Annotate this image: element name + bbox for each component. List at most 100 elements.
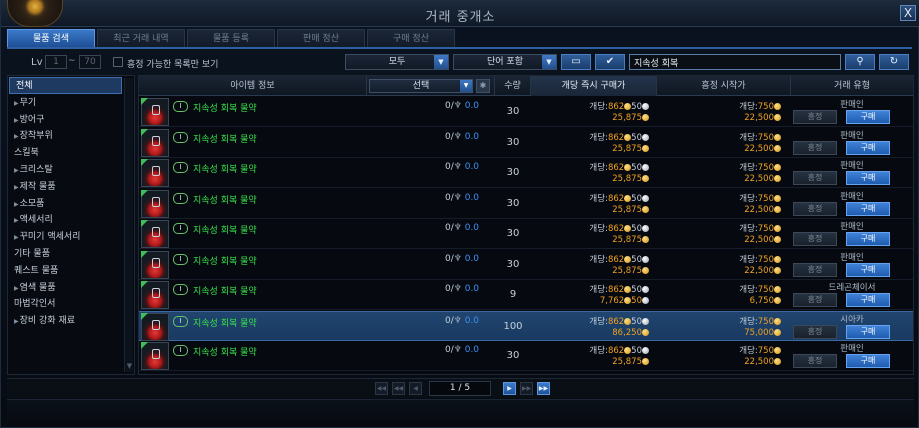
potion-icon[interactable] <box>141 98 169 126</box>
bid-only-checkbox[interactable] <box>113 57 123 67</box>
tab-sale-settlement[interactable]: 판매 정산 <box>277 29 365 47</box>
first-page-icon[interactable]: ◀◀ <box>375 382 388 395</box>
expand-arrow-icon[interactable]: ▶ <box>14 100 19 107</box>
tab-recent-trades[interactable]: 최근 거래 내역 <box>97 29 185 47</box>
category-item[interactable]: ▶무기 <box>8 95 134 112</box>
category-item[interactable]: 퀘스트 물품 <box>8 263 134 280</box>
item-name[interactable]: 지속성 회복 물약 <box>193 193 257 206</box>
close-button[interactable]: X <box>900 5 916 21</box>
category-item[interactable]: 마법각인서 <box>8 296 134 313</box>
next-group-icon[interactable]: ▶▶ <box>520 382 533 395</box>
category-item[interactable]: ▶액세서리 <box>8 212 134 229</box>
bid-button[interactable]: 흥정 <box>793 293 837 307</box>
expand-arrow-icon[interactable]: ▶ <box>14 217 19 224</box>
refresh-button[interactable]: ↻ <box>879 54 909 70</box>
item-name[interactable]: 지속성 회복 물약 <box>193 132 257 145</box>
bid-button[interactable]: 흥정 <box>793 354 837 368</box>
item-name[interactable]: 지속성 회복 물약 <box>193 254 257 267</box>
potion-icon[interactable] <box>141 220 169 248</box>
category-item[interactable]: ▶꾸미기 액세서리 <box>8 229 134 246</box>
table-row[interactable]: Ⅰ 지속성 회복 물약 0/♆ 0.0 9 개당:862 50 7,762 50 개당:750 6… <box>139 280 913 310</box>
item-name[interactable]: 지속성 회복 물약 <box>193 284 257 297</box>
expand-arrow-icon[interactable]: ▶ <box>14 167 19 174</box>
expand-arrow-icon[interactable]: ▶ <box>14 318 19 325</box>
header-bid-start[interactable]: 흥정 시작가 <box>657 76 791 96</box>
category-item[interactable]: 전체 <box>9 77 122 94</box>
last-page-icon[interactable]: ▶▶ <box>537 382 550 395</box>
prev-page-icon[interactable]: ◀ <box>409 382 422 395</box>
item-name[interactable]: 지속성 회복 물약 <box>193 316 257 329</box>
buy-button[interactable]: 구매 <box>846 110 890 124</box>
header-qty[interactable]: 수량 <box>495 76 531 96</box>
search-input[interactable] <box>629 54 841 70</box>
tab-register-item[interactable]: 물품 등록 <box>187 29 275 47</box>
buy-button[interactable]: 구매 <box>846 324 890 339</box>
header-instant-price[interactable]: 개당 즉시 구매가 <box>531 76 657 96</box>
category-item[interactable]: ▶소모품 <box>8 196 134 213</box>
category-scrollbar[interactable]: ▼ <box>124 78 133 372</box>
expand-arrow-icon[interactable]: ▶ <box>14 234 19 241</box>
check-button[interactable]: ✔ <box>595 54 625 70</box>
expand-arrow-icon[interactable]: ▶ <box>14 133 19 140</box>
category-item[interactable]: ▶크리스탈 <box>8 162 134 179</box>
buy-button[interactable]: 구매 <box>846 201 890 216</box>
category-item[interactable]: ▶방어구 <box>8 112 134 129</box>
potion-icon[interactable] <box>141 342 169 370</box>
table-row[interactable]: Ⅰ 지속성 회복 물약 0/♆ 0.0 30 개당:862 50 25,875 개당:750 2… <box>139 158 913 188</box>
category-select[interactable]: 모두 ▼ <box>345 54 449 70</box>
category-item[interactable]: ▶제작 물품 <box>8 179 134 196</box>
category-item[interactable]: 스킬북 <box>8 145 134 162</box>
item-name[interactable]: 지속성 회복 물약 <box>193 345 257 358</box>
potion-icon[interactable] <box>141 128 169 157</box>
potion-icon[interactable] <box>141 250 169 279</box>
word-match-select[interactable]: 단어 포함 ▼ <box>453 54 557 70</box>
table-row[interactable]: Ⅰ 지속성 회복 물약 0/♆ 0.0 30 개당:862 50 25,875 개당:750 2… <box>139 219 913 249</box>
table-row[interactable]: Ⅰ 지속성 회복 물약 0/♆ 0.0 30 개당:862 50 25,875 개당:750 2… <box>139 341 913 371</box>
seller-name: 판매인 <box>840 191 864 202</box>
expand-arrow-icon[interactable]: ▶ <box>14 184 19 191</box>
tab-purchase-settlement[interactable]: 구매 정산 <box>367 29 455 47</box>
category-item[interactable]: ▶염색 물품 <box>8 280 134 297</box>
table-row[interactable]: Ⅰ 지속성 회복 물약 0/♆ 0.0 30 개당:862 50 25,875 개당:750 2… <box>139 97 913 127</box>
table-row[interactable]: Ⅰ 지속성 회복 물약 0/♆ 0.0 100 개당:862 50 86,250 개당:750… <box>139 310 913 341</box>
item-filter-select[interactable]: 선택 ▼ <box>369 79 473 93</box>
bid-button[interactable]: 흥정 <box>793 171 837 185</box>
potion-icon[interactable] <box>141 159 169 187</box>
item-name[interactable]: 지속성 회복 물약 <box>193 223 257 236</box>
prev-group-icon[interactable]: ◀◀ <box>392 382 405 395</box>
expand-arrow-icon[interactable]: ▶ <box>14 285 19 292</box>
level-min-input[interactable]: 1 <box>45 55 67 69</box>
expand-arrow-icon[interactable]: ▶ <box>14 117 19 124</box>
scroll-down-icon[interactable]: ▼ <box>125 362 134 370</box>
table-row[interactable]: Ⅰ 지속성 회복 물약 0/♆ 0.0 30 개당:862 50 25,875 개당:750 2… <box>139 128 913 158</box>
bid-button[interactable]: 흥정 <box>793 201 837 216</box>
category-item[interactable]: ▶장비 강화 재료 <box>8 313 134 330</box>
bid-button[interactable]: 흥정 <box>793 262 837 277</box>
next-page-icon[interactable]: ▶ <box>503 382 516 395</box>
category-item[interactable]: ▶장착부위 <box>8 128 134 145</box>
bid-button[interactable]: 흥정 <box>793 110 837 124</box>
table-row[interactable]: Ⅰ 지속성 회복 물약 0/♆ 0.0 30 개당:862 50 25,875 개당:750 2… <box>139 189 913 219</box>
buy-button[interactable]: 구매 <box>846 262 890 277</box>
buy-button[interactable]: 구매 <box>846 293 890 307</box>
bid-button[interactable]: 흥정 <box>793 140 837 155</box>
expand-arrow-icon[interactable]: ▶ <box>14 201 19 208</box>
buy-button[interactable]: 구매 <box>846 354 890 368</box>
level-max-input[interactable]: 70 <box>79 55 101 69</box>
bag-button[interactable]: ▭ <box>561 54 591 70</box>
bid-button[interactable]: 흥정 <box>793 324 837 339</box>
buy-button[interactable]: 구매 <box>846 140 890 155</box>
potion-icon[interactable] <box>141 189 169 218</box>
bid-button[interactable]: 흥정 <box>793 232 837 246</box>
gear-icon[interactable]: ✱ <box>476 79 490 93</box>
potion-icon[interactable] <box>141 281 169 309</box>
potion-icon[interactable] <box>141 312 169 341</box>
buy-button[interactable]: 구매 <box>846 171 890 185</box>
item-name[interactable]: 지속성 회복 물약 <box>193 101 257 114</box>
search-button[interactable]: ⚲ <box>845 54 875 70</box>
category-item[interactable]: 기타 물품 <box>8 246 134 263</box>
tab-item-search[interactable]: 물품 검색 <box>7 29 95 47</box>
item-name[interactable]: 지속성 회복 물약 <box>193 162 257 175</box>
table-row[interactable]: Ⅰ 지속성 회복 물약 0/♆ 0.0 30 개당:862 50 25,875 개당:750 2… <box>139 250 913 280</box>
buy-button[interactable]: 구매 <box>846 232 890 246</box>
